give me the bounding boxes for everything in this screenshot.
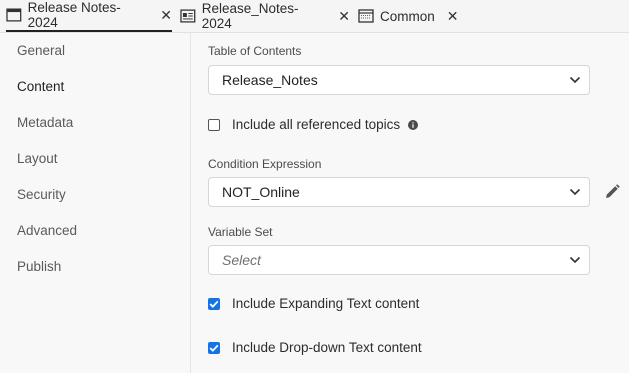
sidebar-item-metadata[interactable]: Metadata: [17, 115, 73, 130]
condition-select[interactable]: NOT_Online: [208, 177, 590, 207]
sidebar-item-advanced[interactable]: Advanced: [17, 223, 77, 238]
grid-window-icon: [358, 9, 374, 23]
sidebar: General Content Metadata Layout Security…: [0, 33, 191, 373]
chevron-down-icon: [561, 76, 589, 84]
tab-label: Common: [380, 8, 435, 24]
sidebar-item-layout[interactable]: Layout: [17, 151, 58, 166]
toc-select[interactable]: Release_Notes: [208, 65, 590, 95]
tab-common[interactable]: Common ✕: [358, 0, 468, 32]
close-icon[interactable]: ✕: [338, 8, 350, 25]
variable-set-select[interactable]: Select: [208, 245, 590, 275]
tab-label: Release Notes-2024: [27, 0, 121, 30]
variable-set-placeholder: Select: [222, 252, 261, 268]
condition-value: NOT_Online: [222, 184, 300, 200]
info-icon[interactable]: [408, 119, 419, 130]
tab-release-notes-2024-doc[interactable]: Release_Notes-2024 ✕: [180, 0, 350, 32]
window-icon: [6, 8, 22, 22]
sidebar-item-security[interactable]: Security: [17, 187, 66, 202]
chevron-down-icon: [561, 256, 589, 264]
sidebar-item-general[interactable]: General: [17, 43, 65, 58]
tab-label: Release_Notes-2024: [201, 1, 299, 31]
condition-label: Condition Expression: [208, 157, 322, 171]
include-expanding-row: Include Expanding Text content: [208, 296, 419, 311]
include-dropdown-row: Include Drop-down Text content: [208, 340, 422, 355]
tab-release-notes-2024[interactable]: Release Notes-2024 ✕: [6, 0, 172, 32]
sidebar-item-content[interactable]: Content: [17, 79, 64, 94]
tab-bar: Release Notes-2024 ✕ Release_Notes-2024 …: [0, 0, 629, 33]
include-expanding-checkbox[interactable]: [208, 297, 220, 310]
checkmark-icon: [209, 300, 219, 308]
sidebar-item-publish[interactable]: Publish: [17, 259, 61, 274]
document-icon: [180, 9, 196, 23]
checkmark-icon: [209, 344, 219, 352]
content-panel: Table of Contents Release_Notes Include …: [191, 33, 629, 373]
include-referenced-row: Include all referenced topics: [208, 117, 419, 132]
close-icon[interactable]: ✕: [160, 7, 172, 24]
toc-label: Table of Contents: [208, 44, 302, 58]
edit-pencil-icon[interactable]: [603, 183, 621, 201]
include-expanding-label: Include Expanding Text content: [232, 296, 420, 311]
close-icon[interactable]: ✕: [447, 8, 459, 25]
include-referenced-checkbox[interactable]: [208, 118, 220, 131]
include-dropdown-label: Include Drop-down Text content: [232, 340, 422, 355]
include-referenced-label: Include all referenced topics: [232, 117, 401, 132]
include-dropdown-checkbox[interactable]: [208, 341, 220, 354]
chevron-down-icon: [561, 188, 589, 196]
variable-set-label: Variable Set: [208, 225, 273, 239]
toc-value: Release_Notes: [222, 72, 318, 88]
